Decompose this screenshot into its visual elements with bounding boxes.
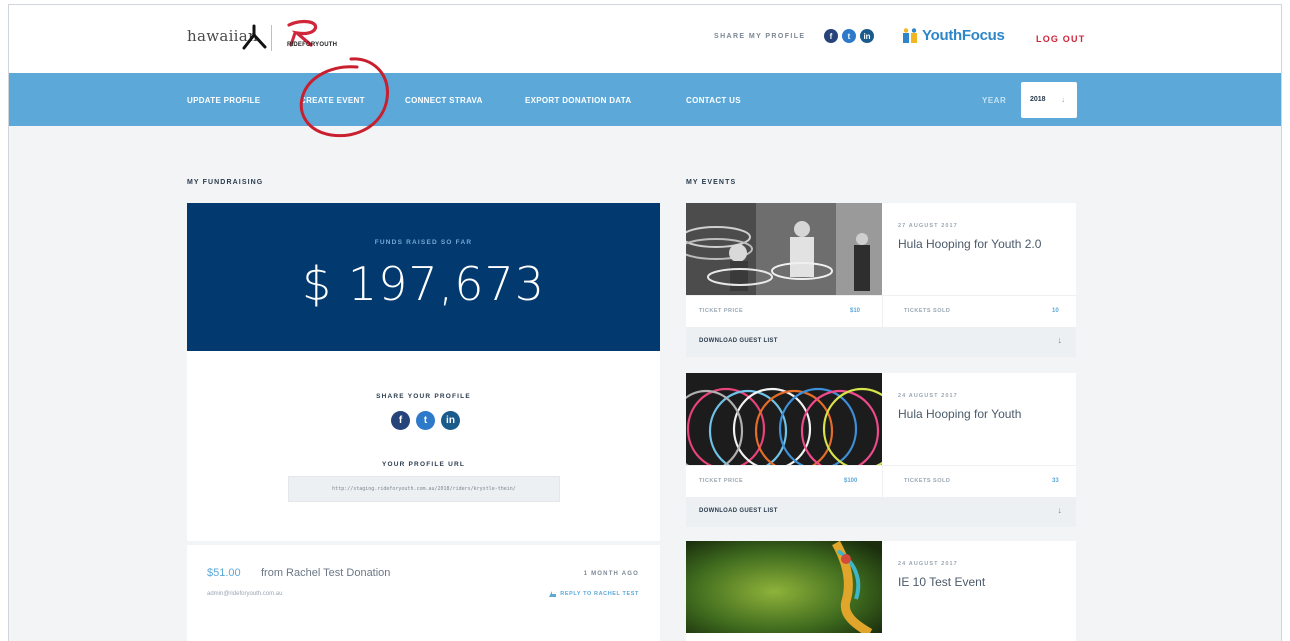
download-arrow-icon: ↓ bbox=[1057, 335, 1063, 345]
main-nav: UPDATE PROFILE CREATE EVENT CONNECT STRA… bbox=[9, 73, 1281, 126]
funds-raised-label: FUNDS RAISED SO FAR bbox=[374, 239, 473, 246]
twitter-icon[interactable]: t bbox=[842, 29, 856, 43]
my-fundraising-title: MY FUNDRAISING bbox=[187, 179, 264, 186]
download-guest-list-button[interactable]: DOWNLOAD GUEST LIST ↓ bbox=[686, 497, 1076, 527]
share-profile-icons: f t in bbox=[391, 411, 460, 430]
year-select[interactable]: 2018 ↓ bbox=[1021, 82, 1077, 118]
chevron-down-icon: ↓ bbox=[1061, 95, 1065, 104]
funds-raised-amount: $ 197,673 bbox=[301, 257, 546, 311]
nav-export-donation-data[interactable]: EXPORT DONATION DATA bbox=[525, 96, 631, 105]
event-photo-hula-hoops bbox=[686, 373, 882, 465]
ticket-price-label: TICKET PRICE bbox=[699, 308, 744, 314]
nav-contact-us[interactable]: CONTACT US bbox=[686, 96, 741, 105]
top-header: hawaiian RIDEFORYOUTH SHARE MY PROFILE f… bbox=[9, 5, 1281, 73]
donation-email: admin@rideforyouth.com.au bbox=[207, 591, 283, 597]
facebook-icon[interactable]: f bbox=[824, 29, 838, 43]
donation-amount: $51.00 bbox=[207, 567, 241, 579]
hawaiian-person-icon bbox=[242, 24, 267, 50]
event-date: 27 AUGUST 2017 bbox=[898, 223, 958, 229]
tickets-sold-value: 10 bbox=[1052, 308, 1059, 314]
nav-connect-strava[interactable]: CONNECT STRAVA bbox=[405, 96, 483, 105]
reply-label: REPLY TO RACHEL TEST bbox=[560, 591, 639, 597]
download-guest-list-label: DOWNLOAD GUEST LIST bbox=[699, 508, 778, 514]
event-date: 24 AUGUST 2017 bbox=[898, 561, 958, 567]
app-window: hawaiian RIDEFORYOUTH SHARE MY PROFILE f… bbox=[8, 4, 1282, 641]
year-label: YEAR bbox=[982, 96, 1007, 105]
event-stats: TICKET PRICE $10 TICKETS SOLD 10 bbox=[686, 295, 1076, 328]
profile-url-title: YOUR PROFILE URL bbox=[381, 461, 466, 468]
nav-create-event[interactable]: CREATE EVENT bbox=[300, 96, 365, 105]
donation-item: $51.00 from Rachel Test Donation admin@r… bbox=[187, 545, 660, 641]
reply-arrow-icon bbox=[549, 591, 557, 597]
twitter-icon[interactable]: t bbox=[416, 411, 435, 430]
my-events-title: MY EVENTS bbox=[686, 179, 737, 186]
download-guest-list-button[interactable]: DOWNLOAD GUEST LIST ↓ bbox=[686, 327, 1076, 357]
profile-url-text: http://staging.rideforyouth.com.au/2018/… bbox=[332, 486, 516, 492]
event-card[interactable]: 24 AUGUST 2017 Hula Hooping for Youth TI… bbox=[686, 373, 1076, 527]
donation-from: from Rachel Test Donation bbox=[261, 567, 391, 579]
profile-url-field[interactable]: http://staging.rideforyouth.com.au/2018/… bbox=[288, 476, 560, 502]
download-arrow-icon: ↓ bbox=[1057, 505, 1063, 515]
youthfocus-mark-icon bbox=[903, 27, 917, 43]
ticket-price-value: $100 bbox=[844, 478, 858, 484]
download-guest-list-label: DOWNLOAD GUEST LIST bbox=[699, 338, 778, 344]
tickets-sold-label: TICKETS SOLD bbox=[904, 478, 951, 484]
youthfocus-logo-text: YouthFocus bbox=[922, 27, 1005, 44]
event-photo-hula-vintage bbox=[686, 203, 882, 295]
event-card[interactable]: 24 AUGUST 2017 IE 10 Test Event bbox=[686, 541, 1076, 641]
ticket-price-value: $10 bbox=[850, 308, 861, 314]
share-profile-card: SHARE YOUR PROFILE f t in YOUR PROFILE U… bbox=[187, 351, 660, 541]
event-card[interactable]: 27 AUGUST 2017 Hula Hooping for Youth 2.… bbox=[686, 203, 1076, 357]
event-date: 24 AUGUST 2017 bbox=[898, 393, 958, 399]
tickets-sold-label: TICKETS SOLD bbox=[904, 308, 951, 314]
event-photo-lizard bbox=[686, 541, 882, 633]
reply-button[interactable]: REPLY TO RACHEL TEST bbox=[549, 591, 639, 597]
funds-raised-panel: FUNDS RAISED SO FAR $ 197,673 bbox=[187, 203, 660, 351]
event-title[interactable]: IE 10 Test Event bbox=[898, 575, 985, 589]
log-out-link[interactable]: LOG OUT bbox=[1036, 34, 1085, 44]
nav-update-profile[interactable]: UPDATE PROFILE bbox=[187, 96, 260, 105]
event-stats: TICKET PRICE $100 TICKETS SOLD 33 bbox=[686, 465, 1076, 498]
facebook-icon[interactable]: f bbox=[391, 411, 410, 430]
stat-divider bbox=[882, 296, 883, 328]
event-title[interactable]: Hula Hooping for Youth bbox=[898, 407, 1021, 421]
youthfocus-logo[interactable]: YouthFocus bbox=[902, 27, 1005, 44]
donation-time: 1 MONTH AGO bbox=[583, 571, 639, 577]
stat-divider bbox=[882, 466, 883, 498]
ticket-price-label: TICKET PRICE bbox=[699, 478, 744, 484]
tickets-sold-value: 33 bbox=[1052, 478, 1059, 484]
share-my-profile-label: SHARE MY PROFILE bbox=[714, 33, 806, 40]
ride-for-youth-logo-text: RIDEFORYOUTH bbox=[287, 42, 338, 48]
header-share-icons: f t in bbox=[824, 29, 874, 43]
year-select-value: 2018 bbox=[1030, 96, 1046, 103]
logo-divider bbox=[271, 25, 272, 51]
linkedin-icon[interactable]: in bbox=[860, 29, 874, 43]
event-title[interactable]: Hula Hooping for Youth 2.0 bbox=[898, 237, 1041, 251]
share-your-profile-title: SHARE YOUR PROFILE bbox=[376, 393, 471, 400]
linkedin-icon[interactable]: in bbox=[441, 411, 460, 430]
